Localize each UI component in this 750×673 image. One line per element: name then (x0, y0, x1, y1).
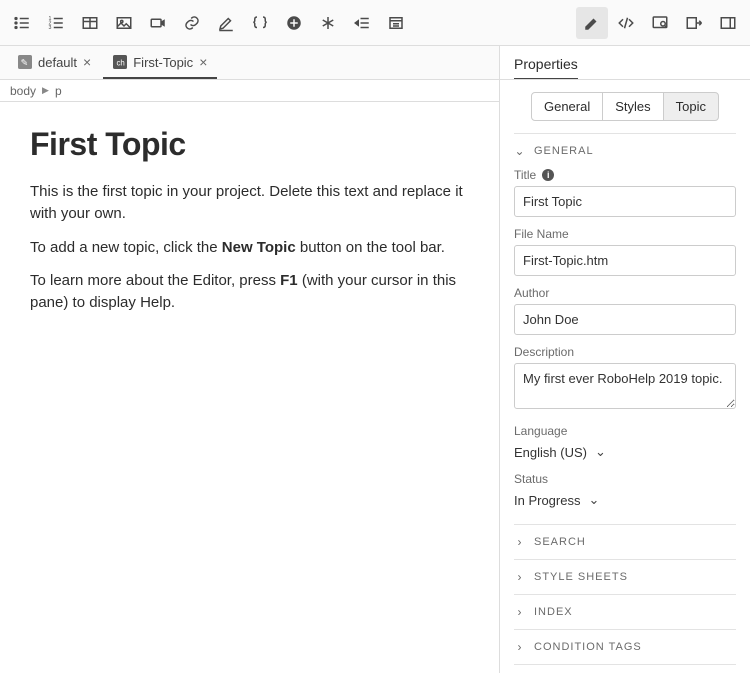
tab-label: First-Topic (133, 55, 193, 70)
source-code-icon[interactable] (610, 7, 642, 39)
main-toolbar: 123 (0, 0, 750, 46)
table-icon[interactable] (74, 7, 106, 39)
section-general: ⌄ GENERAL Title i File Name Author (514, 133, 736, 524)
title-label: Title i (514, 168, 736, 182)
chevron-right-icon: › (514, 605, 526, 619)
section-condition-tags: ›CONDITION TAGS (514, 629, 736, 664)
chevron-right-icon: ▶ (42, 85, 49, 96)
description-label: Description (514, 345, 736, 359)
asterisk-icon[interactable] (312, 7, 344, 39)
properties-tabs: General Styles Topic (500, 80, 750, 133)
section-header-search[interactable]: ›SEARCH (514, 525, 736, 559)
title-input[interactable] (514, 186, 736, 217)
status-label: Status (514, 472, 736, 486)
section-header-condition-tags[interactable]: ›CONDITION TAGS (514, 630, 736, 664)
paragraph[interactable]: To learn more about the Editor, press F1… (30, 270, 469, 314)
section-search: ›SEARCH (514, 524, 736, 559)
chevron-right-icon: › (514, 570, 526, 584)
breadcrumb-item[interactable]: body (10, 84, 36, 98)
insert-add-icon[interactable] (278, 7, 310, 39)
svg-text:3: 3 (49, 25, 52, 31)
tab-default[interactable]: ✎ default × (8, 47, 101, 79)
indent-decrease-icon[interactable] (346, 7, 378, 39)
language-label: Language (514, 424, 736, 438)
link-icon[interactable] (176, 7, 208, 39)
breadcrumb: body ▶ p (0, 80, 499, 102)
topic-file-icon: ch (113, 55, 127, 69)
css-file-icon: ✎ (18, 55, 32, 69)
section-stylesheets: ›STYLE SHEETS (514, 559, 736, 594)
section-header-stylesheets[interactable]: ›STYLE SHEETS (514, 560, 736, 594)
tab-general[interactable]: General (531, 92, 603, 121)
chevron-down-icon: ⌄ (595, 444, 606, 460)
code-braces-icon[interactable] (244, 7, 276, 39)
paragraph-style-icon[interactable] (380, 7, 412, 39)
highlight-icon[interactable] (210, 7, 242, 39)
chevron-down-icon: ⌄ (514, 144, 526, 158)
bullet-list-icon[interactable] (6, 7, 38, 39)
panel-title: Properties (514, 56, 578, 80)
status-select[interactable]: In Progress ⌄ (514, 490, 736, 510)
author-input[interactable] (514, 304, 736, 335)
tab-topic[interactable]: Topic (663, 92, 719, 121)
section-file-info: ›FILE INFO (514, 664, 736, 673)
close-icon[interactable]: × (199, 54, 207, 70)
tab-label: default (38, 55, 77, 70)
info-icon[interactable]: i (542, 169, 554, 181)
edit-mode-icon[interactable] (576, 7, 608, 39)
tab-styles[interactable]: Styles (603, 92, 662, 121)
preview-icon[interactable] (644, 7, 676, 39)
properties-panel: Properties General Styles Topic ⌄ GENERA… (500, 46, 750, 673)
panel-toggle-icon[interactable] (712, 7, 744, 39)
section-header-index[interactable]: ›INDEX (514, 595, 736, 629)
chevron-right-icon: › (514, 640, 526, 654)
image-icon[interactable] (108, 7, 140, 39)
tab-first-topic[interactable]: ch First-Topic × (103, 47, 217, 79)
svg-text:ch: ch (117, 59, 125, 68)
chevron-down-icon: ⌄ (588, 492, 599, 508)
language-select[interactable]: English (US) ⌄ (514, 442, 736, 462)
paragraph[interactable]: This is the first topic in your project.… (30, 181, 469, 225)
section-header-general[interactable]: ⌄ GENERAL (514, 134, 736, 168)
close-icon[interactable]: × (83, 54, 91, 70)
topic-heading[interactable]: First Topic (30, 126, 469, 163)
editor-content[interactable]: First Topic This is the first topic in y… (0, 102, 499, 673)
video-icon[interactable] (142, 7, 174, 39)
breadcrumb-item[interactable]: p (55, 84, 62, 98)
description-input[interactable]: My first ever RoboHelp 2019 topic. (514, 363, 736, 409)
paragraph[interactable]: To add a new topic, click the New Topic … (30, 237, 469, 259)
author-label: Author (514, 286, 736, 300)
svg-text:✎: ✎ (21, 58, 28, 68)
chevron-right-icon: › (514, 535, 526, 549)
section-index: ›INDEX (514, 594, 736, 629)
document-tabs: ✎ default × ch First-Topic × (0, 46, 499, 80)
filename-input[interactable] (514, 245, 736, 276)
numbered-list-icon[interactable]: 123 (40, 7, 72, 39)
section-header-file-info[interactable]: ›FILE INFO (514, 665, 736, 673)
filename-label: File Name (514, 227, 736, 241)
export-icon[interactable] (678, 7, 710, 39)
